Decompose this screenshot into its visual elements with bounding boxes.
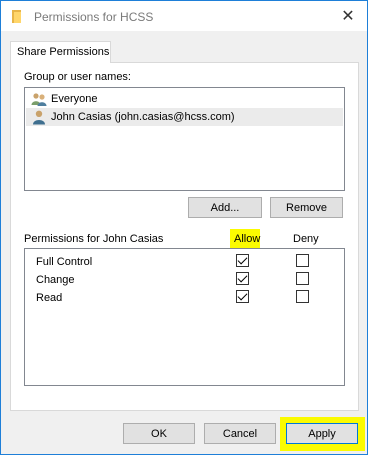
cancel-button[interactable]: Cancel [204,423,276,444]
permission-label-full-control: Full Control [36,256,93,268]
change-deny-checkbox[interactable] [296,272,309,285]
permissions-title: Permissions for John Casias [24,233,164,245]
allow-column-header: Allow [234,233,261,245]
user-list[interactable]: Everyone John Casias (john.casias@hcss.c… [24,87,345,191]
permissions-dialog: Permissions for HCSS ✕ Share Permissions… [0,0,368,455]
read-deny-checkbox[interactable] [296,290,309,303]
permissions-table: Full Control Change Read [24,248,345,386]
users-label: Group or user names: [24,71,131,83]
list-item[interactable]: Everyone [26,90,343,108]
full-control-deny-checkbox[interactable] [296,254,309,267]
group-users-icon [31,91,47,107]
deny-column-header: Deny [293,233,319,245]
apply-button[interactable]: Apply [286,423,358,444]
ok-button[interactable]: OK [123,423,195,444]
read-allow-checkbox[interactable] [236,290,249,303]
add-button[interactable]: Add... [188,197,262,218]
title-bar: Permissions for HCSS ✕ [1,1,367,31]
list-item-label: Everyone [51,93,98,105]
close-icon[interactable]: ✕ [337,5,359,27]
full-control-allow-checkbox[interactable] [236,254,249,267]
list-item[interactable]: John Casias (john.casias@hcss.com) [26,108,343,126]
remove-button[interactable]: Remove [270,197,343,218]
list-item-label: John Casias (john.casias@hcss.com) [51,111,235,123]
permission-label-read: Read [36,292,63,304]
change-allow-checkbox[interactable] [236,272,249,285]
folder-icon [12,10,21,23]
user-icon [31,109,47,125]
window-title: Permissions for HCSS [34,10,154,24]
permission-label-change: Change [36,274,75,286]
tab-share-permissions[interactable]: Share Permissions [10,41,111,63]
